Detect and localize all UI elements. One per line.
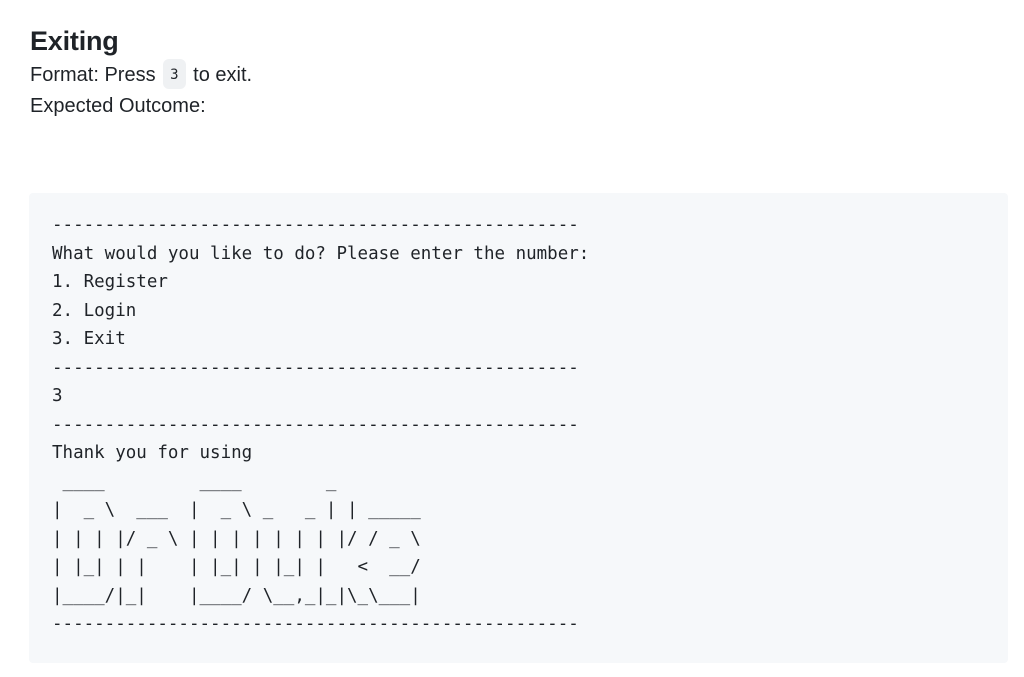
format-prefix: Format: Press: [30, 64, 156, 86]
document: Exiting Format: Press 3 to exit. Expecte…: [0, 0, 1024, 121]
code-block-text: ----------------------------------------…: [52, 215, 590, 634]
format-suffix: to exit.: [193, 64, 253, 86]
section-heading: Exiting: [30, 26, 119, 56]
inline-code-key: 3: [163, 58, 186, 89]
code-block: ----------------------------------------…: [29, 193, 1008, 663]
expected-outcome-label: Expected Outcome:: [30, 94, 206, 117]
format-paragraph: Format: Press 3 to exit.: [30, 58, 1008, 91]
